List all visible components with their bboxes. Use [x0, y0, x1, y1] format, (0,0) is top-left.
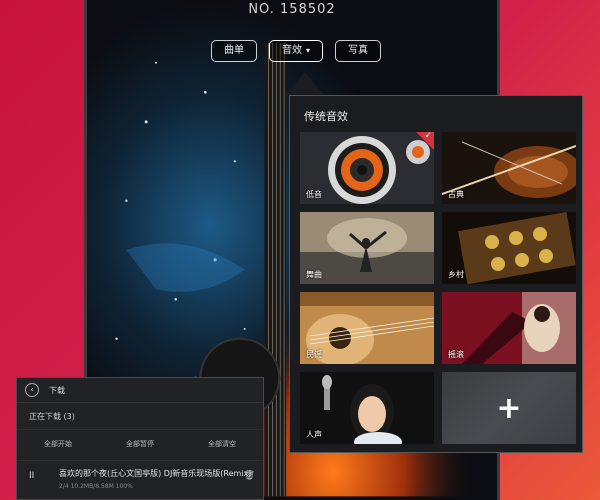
plus-icon: +	[496, 391, 522, 426]
effect-label: 人声	[306, 430, 322, 439]
mode-tabs: 曲单 音效 ▾ 写真	[211, 40, 382, 62]
start-all-button[interactable]: 全部开始	[44, 439, 72, 449]
effect-tile-dance[interactable]: 舞曲	[300, 212, 434, 284]
downloading-count: 正在下载 (3)	[17, 403, 263, 430]
tab-photos[interactable]: 写真	[335, 40, 382, 62]
clear-all-button[interactable]: 全部清空	[208, 439, 236, 449]
tab-playlist[interactable]: 曲单	[211, 40, 257, 62]
effect-tile-country[interactable]: 乡村	[442, 212, 576, 284]
tab-playlist-label: 曲单	[224, 45, 244, 56]
pause-icon[interactable]: II	[29, 471, 34, 481]
add-effect-button[interactable]: +	[442, 372, 576, 444]
popup-pointer	[285, 72, 325, 96]
effect-tile-folk[interactable]: 民谣	[300, 292, 434, 364]
effect-label: 低音	[306, 190, 322, 199]
effect-tile-classical[interactable]: 古典	[442, 132, 576, 204]
effect-tile-bass[interactable]: ✓ 低音	[300, 132, 434, 204]
effect-label: 摇滚	[448, 350, 464, 359]
download-title: 下载	[49, 385, 65, 395]
checkmark-icon: ✓	[424, 132, 432, 141]
effect-tile-vocal[interactable]: 人声	[300, 372, 434, 444]
download-actions: 全部开始 全部暂停 全部清空	[17, 430, 263, 458]
back-icon[interactable]: ‹	[25, 383, 39, 397]
effect-label: 舞曲	[306, 270, 322, 279]
effect-label: 乡村	[448, 270, 464, 279]
effect-label: 民谣	[306, 350, 322, 359]
download-header: ‹ 下载	[17, 378, 263, 403]
effects-grid: ✓ 低音 古典 舞曲 乡村 民谣 摇滚 人声 +	[300, 132, 576, 444]
pause-all-button[interactable]: 全部暂停	[126, 439, 154, 449]
track-name: 喜欢的那个夜(丘心文国亭版) DJ新音乐现场版(Remix)	[59, 469, 252, 478]
popup-title: 传统音效	[304, 110, 348, 123]
effect-tile-rock[interactable]: 摇滚	[442, 292, 576, 364]
download-list-item: II 喜欢的那个夜(丘心文国亭版) DJ新音乐现场版(Remix) 2/4 10…	[17, 460, 263, 499]
tab-sound-effects[interactable]: 音效 ▾	[269, 40, 324, 62]
device-number: NO. 158502	[248, 2, 336, 17]
track-progress-meta: 2/4 10.2MB/8.58M 100%	[59, 483, 133, 490]
effect-label: 古典	[448, 190, 464, 199]
chevron-down-icon: ▾	[306, 46, 311, 55]
tab-photos-label: 写真	[348, 45, 369, 56]
trash-icon[interactable]: 🗑	[244, 471, 255, 481]
tab-sound-effects-label: 音效	[282, 45, 302, 56]
sound-effects-popup: 传统音效 ✓ 低音 古典 舞曲 乡村 民谣 摇滚 人声 +	[289, 95, 583, 453]
download-panel: ‹ 下载 正在下载 (3) 全部开始 全部暂停 全部清空 II 喜欢的那个夜(丘…	[16, 377, 264, 500]
